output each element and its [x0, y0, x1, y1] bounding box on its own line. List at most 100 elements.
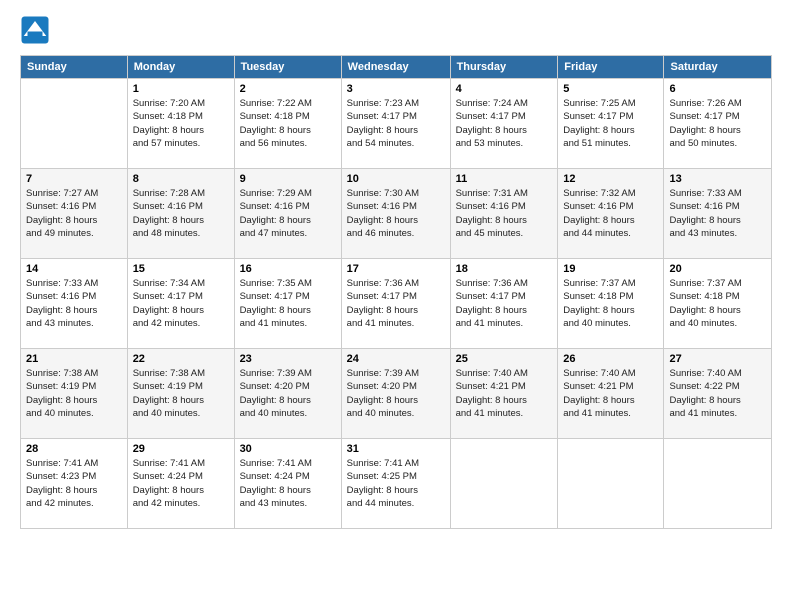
day-number: 1	[133, 83, 229, 95]
calendar-cell: 11 Sunrise: 7:31 AM Sunset: 4:16 PM Dayli…	[450, 169, 558, 259]
day-info: Sunrise: 7:29 AM Sunset: 4:16 PM Dayligh…	[240, 187, 336, 240]
calendar-header-row: SundayMondayTuesdayWednesdayThursdayFrid…	[21, 56, 772, 79]
day-number: 14	[26, 263, 122, 275]
calendar-cell: 7 Sunrise: 7:27 AM Sunset: 4:16 PM Daylig…	[21, 169, 128, 259]
day-info: Sunrise: 7:40 AM Sunset: 4:21 PM Dayligh…	[563, 367, 658, 420]
day-number: 9	[240, 173, 336, 185]
calendar-cell: 25 Sunrise: 7:40 AM Sunset: 4:21 PM Dayli…	[450, 349, 558, 439]
day-number: 22	[133, 353, 229, 365]
day-info: Sunrise: 7:25 AM Sunset: 4:17 PM Dayligh…	[563, 97, 658, 150]
day-number: 26	[563, 353, 658, 365]
day-info: Sunrise: 7:24 AM Sunset: 4:17 PM Dayligh…	[456, 97, 553, 150]
day-info: Sunrise: 7:37 AM Sunset: 4:18 PM Dayligh…	[563, 277, 658, 330]
day-info: Sunrise: 7:32 AM Sunset: 4:16 PM Dayligh…	[563, 187, 658, 240]
day-number: 3	[347, 83, 445, 95]
calendar-cell: 16 Sunrise: 7:35 AM Sunset: 4:17 PM Dayli…	[234, 259, 341, 349]
calendar-week-5: 28 Sunrise: 7:41 AM Sunset: 4:23 PM Dayli…	[21, 439, 772, 529]
day-info: Sunrise: 7:36 AM Sunset: 4:17 PM Dayligh…	[456, 277, 553, 330]
calendar-cell: 28 Sunrise: 7:41 AM Sunset: 4:23 PM Dayli…	[21, 439, 128, 529]
weekday-header-sunday: Sunday	[21, 56, 128, 79]
day-info: Sunrise: 7:22 AM Sunset: 4:18 PM Dayligh…	[240, 97, 336, 150]
day-info: Sunrise: 7:39 AM Sunset: 4:20 PM Dayligh…	[240, 367, 336, 420]
calendar-cell: 14 Sunrise: 7:33 AM Sunset: 4:16 PM Dayli…	[21, 259, 128, 349]
day-info: Sunrise: 7:37 AM Sunset: 4:18 PM Dayligh…	[669, 277, 766, 330]
day-number: 18	[456, 263, 553, 275]
day-info: Sunrise: 7:40 AM Sunset: 4:21 PM Dayligh…	[456, 367, 553, 420]
day-number: 15	[133, 263, 229, 275]
day-info: Sunrise: 7:31 AM Sunset: 4:16 PM Dayligh…	[456, 187, 553, 240]
day-info: Sunrise: 7:26 AM Sunset: 4:17 PM Dayligh…	[669, 97, 766, 150]
day-info: Sunrise: 7:28 AM Sunset: 4:16 PM Dayligh…	[133, 187, 229, 240]
weekday-header-saturday: Saturday	[664, 56, 772, 79]
calendar-cell: 24Sunrise: 7:39 AM Sunset: 4:20 PM Dayli…	[341, 349, 450, 439]
calendar-cell: 27 Sunrise: 7:40 AM Sunset: 4:22 PM Dayli…	[664, 349, 772, 439]
day-number: 2	[240, 83, 336, 95]
calendar-cell: 2 Sunrise: 7:22 AM Sunset: 4:18 PM Daylig…	[234, 79, 341, 169]
calendar-cell: 29Sunrise: 7:41 AM Sunset: 4:24 PM Dayli…	[127, 439, 234, 529]
page: SundayMondayTuesdayWednesdayThursdayFrid…	[0, 0, 792, 612]
calendar-cell: 3 Sunrise: 7:23 AM Sunset: 4:17 PM Daylig…	[341, 79, 450, 169]
day-info: Sunrise: 7:33 AM Sunset: 4:16 PM Dayligh…	[26, 277, 122, 330]
day-number: 10	[347, 173, 445, 185]
day-number: 11	[456, 173, 553, 185]
calendar-cell: 15 Sunrise: 7:34 AM Sunset: 4:17 PM Dayli…	[127, 259, 234, 349]
day-number: 30	[240, 443, 336, 455]
day-info: Sunrise: 7:38 AM Sunset: 4:19 PM Dayligh…	[133, 367, 229, 420]
calendar-week-2: 7 Sunrise: 7:27 AM Sunset: 4:16 PM Daylig…	[21, 169, 772, 259]
day-number: 4	[456, 83, 553, 95]
weekday-header-thursday: Thursday	[450, 56, 558, 79]
day-info: Sunrise: 7:41 AM Sunset: 4:23 PM Dayligh…	[26, 457, 122, 510]
calendar-table: SundayMondayTuesdayWednesdayThursdayFrid…	[20, 55, 772, 529]
day-info: Sunrise: 7:36 AM Sunset: 4:17 PM Dayligh…	[347, 277, 445, 330]
day-info: Sunrise: 7:27 AM Sunset: 4:16 PM Dayligh…	[26, 187, 122, 240]
weekday-header-monday: Monday	[127, 56, 234, 79]
day-info: Sunrise: 7:39 AM Sunset: 4:20 PM Dayligh…	[347, 367, 445, 420]
day-number: 28	[26, 443, 122, 455]
day-info: Sunrise: 7:23 AM Sunset: 4:17 PM Dayligh…	[347, 97, 445, 150]
calendar-cell: 22 Sunrise: 7:38 AM Sunset: 4:19 PM Dayli…	[127, 349, 234, 439]
calendar-cell	[664, 439, 772, 529]
day-number: 16	[240, 263, 336, 275]
day-info: Sunrise: 7:33 AM Sunset: 4:16 PM Dayligh…	[669, 187, 766, 240]
calendar-cell: 17 Sunrise: 7:36 AM Sunset: 4:17 PM Dayli…	[341, 259, 450, 349]
day-number: 7	[26, 173, 122, 185]
logo-icon	[20, 15, 50, 45]
calendar-cell: 20 Sunrise: 7:37 AM Sunset: 4:18 PM Dayli…	[664, 259, 772, 349]
day-number: 25	[456, 353, 553, 365]
day-number: 5	[563, 83, 658, 95]
calendar-cell: 6 Sunrise: 7:26 AM Sunset: 4:17 PM Daylig…	[664, 79, 772, 169]
day-info: Sunrise: 7:34 AM Sunset: 4:17 PM Dayligh…	[133, 277, 229, 330]
day-number: 20	[669, 263, 766, 275]
day-number: 21	[26, 353, 122, 365]
calendar-cell: 8 Sunrise: 7:28 AM Sunset: 4:16 PM Daylig…	[127, 169, 234, 259]
calendar-cell: 18 Sunrise: 7:36 AM Sunset: 4:17 PM Dayli…	[450, 259, 558, 349]
day-number: 17	[347, 263, 445, 275]
calendar-cell: 30 Sunrise: 7:41 AM Sunset: 4:24 PM Dayli…	[234, 439, 341, 529]
weekday-header-wednesday: Wednesday	[341, 56, 450, 79]
calendar-cell: 19 Sunrise: 7:37 AM Sunset: 4:18 PM Dayli…	[558, 259, 664, 349]
day-info: Sunrise: 7:20 AM Sunset: 4:18 PM Dayligh…	[133, 97, 229, 150]
day-number: 8	[133, 173, 229, 185]
day-info: Sunrise: 7:41 AM Sunset: 4:24 PM Dayligh…	[240, 457, 336, 510]
calendar-cell: 4 Sunrise: 7:24 AM Sunset: 4:17 PM Daylig…	[450, 79, 558, 169]
calendar-cell: 10Sunrise: 7:30 AM Sunset: 4:16 PM Dayli…	[341, 169, 450, 259]
day-number: 13	[669, 173, 766, 185]
day-info: Sunrise: 7:40 AM Sunset: 4:22 PM Dayligh…	[669, 367, 766, 420]
calendar-cell	[21, 79, 128, 169]
day-number: 23	[240, 353, 336, 365]
calendar-week-3: 14 Sunrise: 7:33 AM Sunset: 4:16 PM Dayli…	[21, 259, 772, 349]
day-number: 6	[669, 83, 766, 95]
day-number: 12	[563, 173, 658, 185]
calendar-cell	[450, 439, 558, 529]
day-number: 31	[347, 443, 445, 455]
day-number: 27	[669, 353, 766, 365]
day-info: Sunrise: 7:38 AM Sunset: 4:19 PM Dayligh…	[26, 367, 122, 420]
calendar-cell: 13 Sunrise: 7:33 AM Sunset: 4:16 PM Dayli…	[664, 169, 772, 259]
day-info: Sunrise: 7:35 AM Sunset: 4:17 PM Dayligh…	[240, 277, 336, 330]
day-number: 19	[563, 263, 658, 275]
calendar-cell: 21 Sunrise: 7:38 AM Sunset: 4:19 PM Dayli…	[21, 349, 128, 439]
day-info: Sunrise: 7:41 AM Sunset: 4:25 PM Dayligh…	[347, 457, 445, 510]
calendar-cell: 5 Sunrise: 7:25 AM Sunset: 4:17 PM Daylig…	[558, 79, 664, 169]
day-info: Sunrise: 7:41 AM Sunset: 4:24 PM Dayligh…	[133, 457, 229, 510]
calendar-cell	[558, 439, 664, 529]
